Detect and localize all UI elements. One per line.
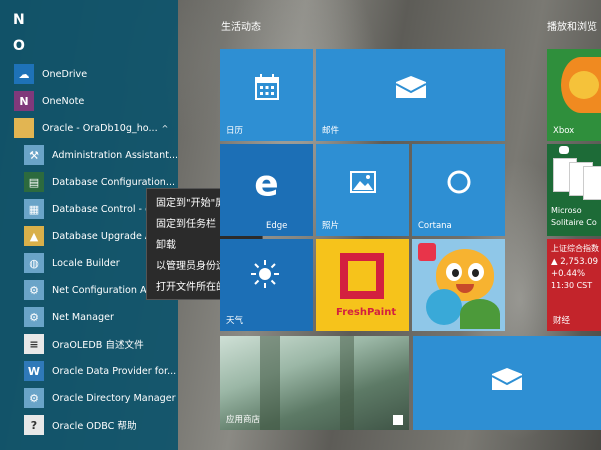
app-label: Oracle - OraDb10g_ho...: [42, 122, 158, 134]
tile-solitaire[interactable]: Microso Solitaire Co: [547, 144, 601, 236]
locale-builder-icon: ◍: [24, 253, 44, 273]
tile-game[interactable]: [412, 239, 505, 331]
tile-label-bottom: Solitaire Co: [551, 218, 597, 227]
app-oracle-odbc-help[interactable]: ? Oracle ODBC 帮助: [0, 412, 178, 438]
mail-icon: [491, 368, 523, 394]
photos-icon: [349, 171, 376, 197]
tile-mail-secondary[interactable]: [413, 336, 601, 430]
word-doc-icon: W: [24, 361, 44, 381]
db-upgrade-icon: ▲: [24, 226, 44, 246]
app-label: OneNote: [42, 95, 85, 107]
sun-icon: [250, 259, 280, 293]
app-oracle-data-provider[interactable]: W Oracle Data Provider for...: [0, 358, 178, 384]
directory-manager-icon: ⚙: [24, 388, 44, 408]
letter-header-o[interactable]: O: [13, 38, 25, 54]
tile-weather[interactable]: 天气: [220, 239, 313, 331]
calendar-icon: [254, 74, 279, 104]
stock-name: 上证综合指数: [551, 244, 599, 253]
app-label: Oracle Directory Manager: [52, 392, 176, 404]
tile-label: FreshPaint: [336, 307, 397, 318]
db-control-icon: ▦: [24, 199, 44, 219]
app-folder-oracle[interactable]: Oracle - OraDb10g_ho... ^: [0, 115, 178, 141]
app-label: OneDrive: [42, 68, 88, 80]
net-config-icon: ⚙: [24, 280, 44, 300]
card-jack-icon: [583, 166, 601, 200]
onedrive-icon: ☁: [14, 64, 34, 84]
app-label: Oracle ODBC 帮助: [52, 421, 137, 432]
tile-label-top: Microso: [551, 206, 582, 215]
app-onedrive[interactable]: ☁ OneDrive: [0, 61, 178, 87]
tile-label: 财经: [553, 316, 571, 326]
app-label: Administration Assistant...: [52, 149, 178, 161]
store-photo-trunk: [340, 336, 354, 430]
app-label: Net Configuration Ass: [52, 284, 157, 296]
tile-edge[interactable]: e Edge: [220, 144, 313, 236]
net-manager-icon: ⚙: [24, 307, 44, 327]
tile-freshpaint[interactable]: FreshPaint: [316, 239, 409, 331]
xbox-art-icon: [561, 57, 601, 113]
app-admin-assistant[interactable]: ⚒ Administration Assistant...: [0, 142, 178, 168]
tile-label: 照片: [322, 221, 340, 231]
tile-label: 应用商店: [226, 415, 261, 425]
tile-label: 天气: [226, 316, 244, 326]
stock-time: 11:30 CST: [551, 281, 593, 290]
odbc-help-icon: ?: [24, 415, 44, 435]
stock-value: ▲ 2,753.09: [551, 257, 599, 267]
letter-header-n[interactable]: N: [13, 12, 25, 28]
mail-icon: [395, 76, 426, 102]
onenote-icon: N: [14, 91, 34, 111]
app-label: Database Control - or: [52, 203, 155, 215]
tile-finance[interactable]: 上证综合指数 ▲ 2,753.09 +0.44% 11:30 CST 财经: [547, 239, 601, 331]
app-label: Net Manager: [52, 311, 114, 323]
group-header-play[interactable]: 播放和浏览: [547, 18, 597, 33]
store-photo-trunk: [260, 336, 280, 430]
folder-icon: [14, 118, 34, 138]
cortana-icon: [446, 169, 472, 199]
freshpaint-icon: [340, 253, 384, 299]
tile-photos[interactable]: 照片: [316, 144, 409, 236]
stock-change: +0.44%: [551, 269, 586, 279]
game-melon-icon: [460, 299, 500, 329]
tile-cortana[interactable]: Cortana: [412, 144, 505, 236]
chevron-up-icon: ^: [161, 123, 169, 133]
tile-xbox[interactable]: Xbox: [547, 49, 601, 141]
app-label: Database Upgrade As: [52, 230, 157, 242]
app-label: Database Configuration...: [52, 176, 176, 188]
tile-store[interactable]: 应用商店: [220, 336, 409, 430]
app-label: Locale Builder: [52, 257, 120, 269]
tile-label: 日历: [226, 126, 244, 136]
tile-mail[interactable]: 邮件: [316, 49, 505, 141]
xbox-logo-icon: [559, 146, 569, 154]
edge-icon: e: [254, 163, 279, 205]
db-config-icon: ▤: [24, 172, 44, 192]
store-bag-icon: [393, 415, 403, 425]
app-oraoledb-readme[interactable]: ≡ OraOLEDB 自述文件: [0, 331, 178, 357]
tile-label: Edge: [266, 221, 288, 231]
tile-calendar[interactable]: 日历: [220, 49, 313, 141]
app-oracle-directory-manager[interactable]: ⚙ Oracle Directory Manager: [0, 385, 178, 411]
tile-label: Xbox: [553, 126, 575, 136]
admin-assistant-icon: ⚒: [24, 145, 44, 165]
group-header-life[interactable]: 生活动态: [221, 18, 261, 33]
app-onenote[interactable]: N OneNote: [0, 88, 178, 114]
app-net-manager[interactable]: ⚙ Net Manager: [0, 304, 178, 330]
app-label: OraOLEDB 自述文件: [52, 340, 144, 351]
tile-label: 邮件: [322, 126, 340, 136]
game-flower-icon: [426, 289, 462, 325]
app-label: Oracle Data Provider for...: [52, 365, 177, 377]
readme-icon: ≡: [24, 334, 44, 354]
game-badge-icon: [418, 243, 436, 261]
tile-label: Cortana: [418, 221, 452, 231]
